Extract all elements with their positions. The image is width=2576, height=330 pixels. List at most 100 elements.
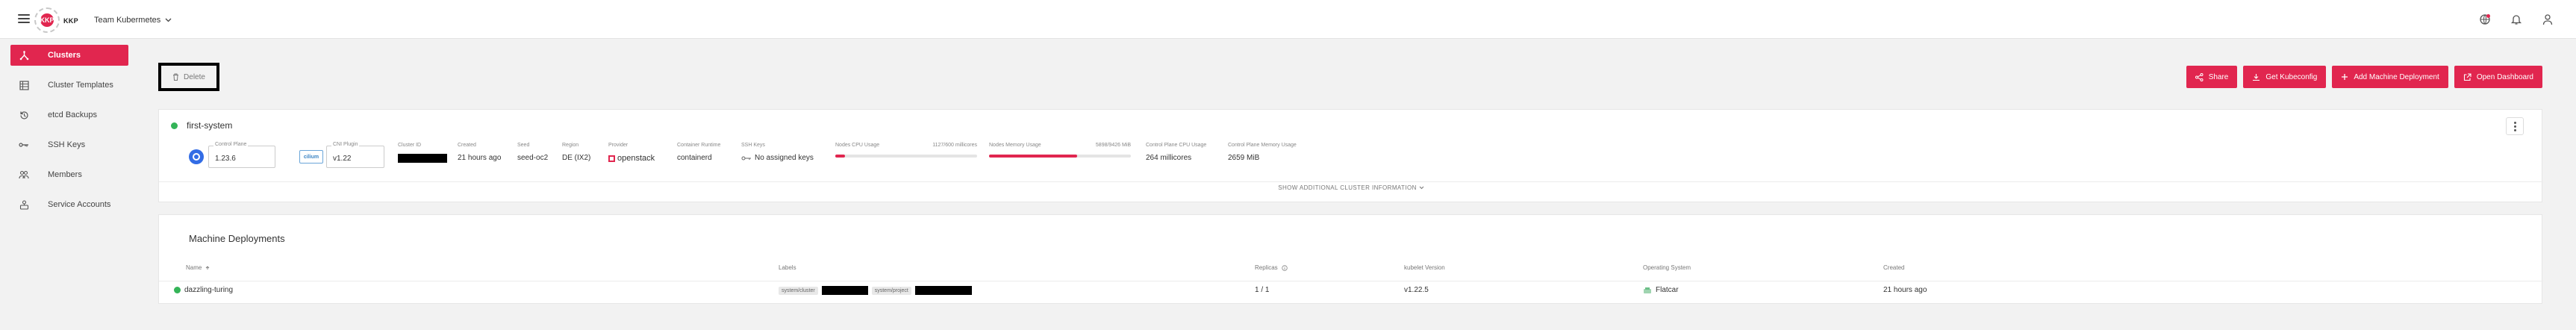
md-created: 21 hours ago bbox=[1883, 286, 1927, 294]
memory-usage-fill bbox=[989, 155, 1077, 158]
table-header: Name Labels Replicas kubelet Version Ope… bbox=[159, 264, 2543, 275]
get-kubeconfig-button[interactable]: Get Kubeconfig bbox=[2243, 66, 2327, 88]
cluster-toolbar: Delete Share Get Kubeconfig Add Machine … bbox=[158, 63, 2542, 91]
cluster-menu-button[interactable] bbox=[2506, 117, 2524, 135]
sidebar-item-clusters[interactable]: Clusters bbox=[10, 45, 128, 66]
created-label: Created bbox=[458, 143, 476, 148]
backup-icon bbox=[18, 109, 30, 121]
runtime-value: containerd bbox=[677, 154, 712, 162]
add-machine-deployment-button[interactable]: Add Machine Deployment bbox=[2332, 66, 2448, 88]
chevron-down-icon bbox=[1419, 186, 1424, 190]
main-content: Delete Share Get Kubeconfig Add Machine … bbox=[158, 63, 2543, 304]
project-selector[interactable]: Team Kubermetes bbox=[94, 16, 172, 25]
add-machine-deployment-label: Add Machine Deployment bbox=[2354, 72, 2439, 81]
sidebar-item-label: Members bbox=[48, 170, 82, 179]
md-status-dot bbox=[174, 287, 181, 293]
sidebar-item-members[interactable]: Members bbox=[10, 164, 157, 185]
cpu-usage-value: 1127/600 millicores bbox=[932, 143, 977, 148]
cni-version-field[interactable]: CNI Plugin v1.22 bbox=[326, 142, 384, 168]
flatcar-icon bbox=[1644, 287, 1651, 293]
sidebar-item-label: SSH Keys bbox=[48, 140, 86, 149]
machine-deployments-card: Machine Deployments Name Labels Replicas… bbox=[158, 214, 2543, 304]
user-icon[interactable] bbox=[2542, 13, 2554, 25]
sidebar-item-label: Cluster Templates bbox=[48, 81, 113, 90]
cilium-logo: cilium bbox=[299, 150, 323, 164]
seed-field: Seed seed-oc2 bbox=[517, 143, 548, 162]
cluster-id-label: Cluster ID bbox=[398, 143, 422, 148]
open-dashboard-button[interactable]: Open Dashboard bbox=[2454, 66, 2542, 88]
cp-memory-value: 2659 MiB bbox=[1228, 154, 1260, 162]
control-plane-version: 1.23.6 bbox=[215, 155, 236, 163]
container-runtime-field: Container Runtime containerd bbox=[677, 143, 720, 162]
cp-cpu-label: Control Plane CPU Usage bbox=[1146, 143, 1207, 148]
table-row[interactable]: dazzling-turing system/cluster system/pr… bbox=[159, 281, 2543, 297]
machine-deployments-title: Machine Deployments bbox=[189, 233, 285, 244]
column-replicas: Replicas bbox=[1255, 264, 1288, 271]
open-dashboard-label: Open Dashboard bbox=[2476, 72, 2533, 81]
sort-arrow-icon bbox=[206, 265, 210, 270]
share-icon bbox=[2195, 72, 2204, 81]
sidebar-item-etcd-backups[interactable]: etcd Backups bbox=[10, 105, 157, 125]
column-labels: Labels bbox=[779, 264, 796, 271]
column-created: Created bbox=[1883, 264, 1905, 271]
info-icon bbox=[1281, 264, 1288, 271]
sidebar-item-ssh-keys[interactable]: SSH Keys bbox=[10, 134, 157, 155]
trash-icon bbox=[173, 73, 179, 81]
control-plane-label: Control Plane bbox=[213, 142, 249, 147]
top-bar: KKP KKP Team Kubermetes bbox=[0, 0, 2576, 39]
plus-icon bbox=[2342, 74, 2348, 80]
memory-usage-label: Nodes Memory Usage bbox=[989, 143, 1041, 148]
label-chip: system/cluster bbox=[779, 286, 818, 295]
sidebar-item-label: Service Accounts bbox=[48, 200, 111, 209]
clusters-icon bbox=[18, 49, 30, 61]
logo[interactable]: KKP bbox=[34, 7, 60, 33]
nodes-cpu-usage: Nodes CPU Usage 1127/600 millicores bbox=[835, 143, 977, 158]
share-button[interactable]: Share bbox=[2186, 66, 2238, 88]
md-replicas: 1 / 1 bbox=[1255, 286, 1270, 294]
provider-value: openstack bbox=[617, 154, 655, 163]
get-kubeconfig-label: Get Kubeconfig bbox=[2265, 72, 2318, 81]
control-plane-cpu-field: Control Plane CPU Usage 264 millicores bbox=[1146, 143, 1206, 162]
cpu-usage-bar bbox=[835, 155, 977, 158]
delete-label: Delete bbox=[184, 72, 205, 81]
provider-field: Provider openstack bbox=[608, 143, 655, 163]
memory-usage-value: 5898/9426 MiB bbox=[1095, 143, 1131, 148]
column-name[interactable]: Name bbox=[186, 264, 210, 271]
share-label: Share bbox=[2208, 72, 2229, 81]
md-kubelet-version: v1.22.5 bbox=[1404, 286, 1429, 294]
region-field: Region DE (IX2) bbox=[562, 143, 590, 162]
bell-icon[interactable] bbox=[2510, 13, 2522, 25]
external-link-icon bbox=[2463, 72, 2471, 81]
column-os: Operating System bbox=[1643, 264, 1691, 271]
sidebar-item-service-accounts[interactable]: Service Accounts bbox=[10, 194, 157, 215]
members-icon bbox=[18, 169, 30, 181]
show-additional-info-toggle[interactable]: SHOW ADDITIONAL CLUSTER INFORMATION bbox=[159, 184, 2543, 191]
key-icon bbox=[18, 139, 30, 151]
column-name-label: Name bbox=[186, 264, 202, 271]
region-value: DE (IX2) bbox=[562, 154, 591, 162]
seed-value: seed-oc2 bbox=[517, 154, 549, 162]
created-field: Created 21 hours ago bbox=[458, 143, 501, 162]
sidebar-item-label: etcd Backups bbox=[48, 110, 98, 119]
cluster-name: first-system bbox=[187, 120, 233, 131]
sidebar-item-cluster-templates[interactable]: Cluster Templates bbox=[10, 75, 157, 96]
control-plane-version-field[interactable]: Control Plane 1.23.6 bbox=[208, 142, 275, 168]
delete-button[interactable]: Delete bbox=[158, 63, 219, 91]
help-icon[interactable] bbox=[2479, 13, 2491, 25]
cni-label: CNI Plugin bbox=[331, 142, 360, 147]
column-kubelet: kubelet Version bbox=[1404, 264, 1445, 271]
seed-label: Seed bbox=[517, 143, 530, 148]
service-accounts-icon bbox=[18, 199, 30, 211]
cluster-card: first-system Control Plane 1.23.6 cilium… bbox=[158, 109, 2543, 202]
region-label: Region bbox=[562, 143, 579, 148]
menu-icon[interactable] bbox=[18, 14, 30, 23]
key-icon bbox=[741, 156, 751, 160]
logo-text: KKP bbox=[63, 17, 78, 25]
cpu-usage-fill bbox=[835, 155, 846, 158]
ssh-keys-field: SSH Keys No assigned keys bbox=[741, 143, 814, 162]
download-icon bbox=[2253, 73, 2260, 81]
provider-label: Provider bbox=[608, 143, 629, 148]
nodes-memory-usage: Nodes Memory Usage 5898/9426 MiB bbox=[989, 143, 1131, 158]
ssh-keys-label: SSH Keys bbox=[741, 143, 765, 148]
cluster-status-dot bbox=[171, 122, 178, 129]
